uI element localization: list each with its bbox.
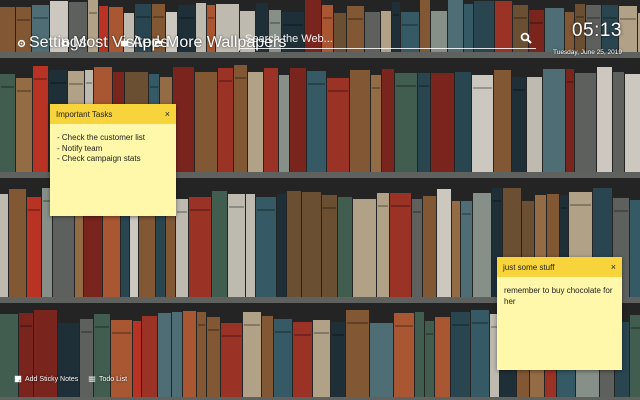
apps-icon <box>120 40 129 46</box>
close-icon[interactable]: × <box>165 109 170 119</box>
add-sticky-notes-button[interactable]: Add Sticky Notes <box>14 375 78 383</box>
sticky-note-title: Important Tasks <box>56 109 113 119</box>
sticky-note-icon <box>14 375 22 383</box>
close-icon[interactable]: × <box>611 262 616 272</box>
sticky-note-title: just some stuff <box>503 262 555 272</box>
search-input[interactable] <box>243 30 517 48</box>
add-sticky-notes-label: Add Sticky Notes <box>25 375 79 383</box>
search-bar <box>240 30 536 49</box>
clock-date: Tuesday, June 25, 2019 <box>552 49 622 56</box>
list-icon <box>88 376 96 382</box>
todo-list-button[interactable]: Todo List <box>88 375 127 383</box>
sticky-note[interactable]: Important Tasks × - Check the customer l… <box>50 104 176 216</box>
gear-icon <box>17 39 26 47</box>
sticky-note-body[interactable]: remember to buy chocolate for her <box>497 277 622 316</box>
search-icon[interactable] <box>520 32 532 44</box>
eye-icon <box>61 40 70 46</box>
image-icon <box>154 40 163 46</box>
sticky-note-body[interactable]: - Check the customer list - Notify team … <box>50 124 176 174</box>
sticky-note[interactable]: just some stuff × remember to buy chocol… <box>497 257 622 370</box>
sticky-note-header[interactable]: just some stuff × <box>497 257 622 277</box>
clock-time: 05:13 <box>571 20 622 41</box>
sticky-note-header[interactable]: Important Tasks × <box>50 104 176 124</box>
todo-list-label: Todo List <box>99 375 128 383</box>
